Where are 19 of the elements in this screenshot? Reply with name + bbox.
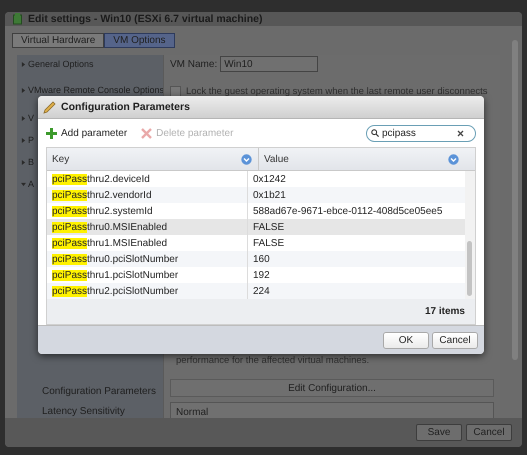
value-cell-text: FALSE — [252, 238, 284, 248]
value-cell-text: 0x1b21 — [252, 190, 286, 200]
value-cell-text: FALSE — [252, 222, 284, 232]
value-cell-text: 192 — [252, 270, 270, 280]
value-cell-text: 588ad67e-9671-ebce-0112-408d5ce05ee5 — [252, 206, 442, 216]
key-cell: pciPassthru0.MSIEnabled — [47, 219, 248, 235]
lock-option-label: Lock the guest operating system when the last remote user disconnects — [186, 86, 488, 96]
item-count: 17 items — [424, 306, 465, 317]
dialog-title: Configuration Parameters — [61, 101, 190, 113]
setting-label: Configuration Parameters — [42, 386, 156, 396]
key-cell: pciPassthru0.pciSlotNumber — [47, 251, 248, 267]
value-cell-text: 160 — [252, 254, 270, 264]
description-text: performance for the affected virtual machines. — [175, 355, 370, 367]
value-cell-text: 0x1242 — [252, 174, 286, 184]
window-title: Edit settings - Win10 (ESXi 6.7 virtual machine) — [28, 13, 262, 25]
value-cell-text: 224 — [252, 286, 270, 296]
vm-name-label: VM Name: — [170, 58, 218, 70]
key-cell: pciPassthru2.vendorId — [47, 187, 248, 203]
setting-label: Latency Sensitivity — [42, 406, 125, 416]
